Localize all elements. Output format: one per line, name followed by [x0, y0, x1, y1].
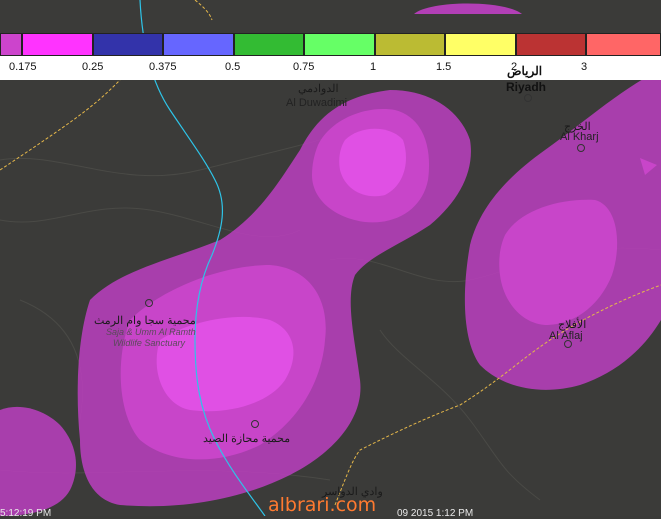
legend-tick: 3 [581, 61, 588, 73]
sanctuary-label-ar: محمية سجا وام الرمث [94, 315, 196, 327]
legend-swatch [22, 33, 93, 56]
legend-swatch [234, 33, 304, 56]
legend-tick: 0.175 [9, 61, 37, 73]
legend-tick: 0.5 [225, 61, 241, 73]
legend-tick: 0.75 [293, 61, 315, 73]
legend-swatch [516, 33, 586, 56]
riyadh-label-en: Riyadh [506, 80, 547, 94]
sanctuary-label-en-2: Wildlife Sanctuary [113, 338, 185, 348]
legend-tick: 0.375 [149, 61, 177, 73]
footer-right-time: 09 2015 1:12 PM [397, 508, 474, 519]
sanctuary-marker[interactable] [145, 299, 153, 307]
riyadh-marker[interactable] [524, 94, 532, 102]
footer-left-time: 5:12:19 PM [0, 508, 52, 519]
legend: 0.175 0.25 0.375 0.5 0.75 1 1.5 2 3 [0, 33, 661, 80]
legend-tick: 1.5 [436, 61, 452, 73]
legend-swatch [375, 33, 445, 56]
aflaj-marker[interactable] [564, 340, 572, 348]
legend-ticks: 0.175 0.25 0.375 0.5 0.75 1 1.5 2 3 [0, 61, 661, 77]
kharj-label-en: Al Kharj [560, 131, 599, 143]
sanctuary-label-en-1: Saja & Umm Al Ramth [106, 327, 196, 337]
duwadimi-label-ar: الدوادمي [298, 83, 339, 95]
legend-tick: 0.25 [82, 61, 104, 73]
legend-swatch [0, 33, 22, 56]
legend-swatch [304, 33, 375, 56]
kharj-marker[interactable] [577, 144, 585, 152]
legend-tick: 1 [370, 61, 377, 73]
mahazat-marker[interactable] [251, 420, 259, 428]
legend-swatches [0, 33, 661, 58]
duwadimi-label-en: Al Duwadimi [286, 97, 348, 109]
legend-swatch [445, 33, 516, 56]
riyadh-label-ar: الرياض [507, 64, 543, 78]
mahazat-label-ar: محمية محازة الصيد [203, 433, 291, 445]
legend-swatch [93, 33, 163, 56]
legend-swatch [586, 33, 661, 56]
legend-swatch [163, 33, 234, 56]
watermark: albrari.com [268, 494, 377, 516]
